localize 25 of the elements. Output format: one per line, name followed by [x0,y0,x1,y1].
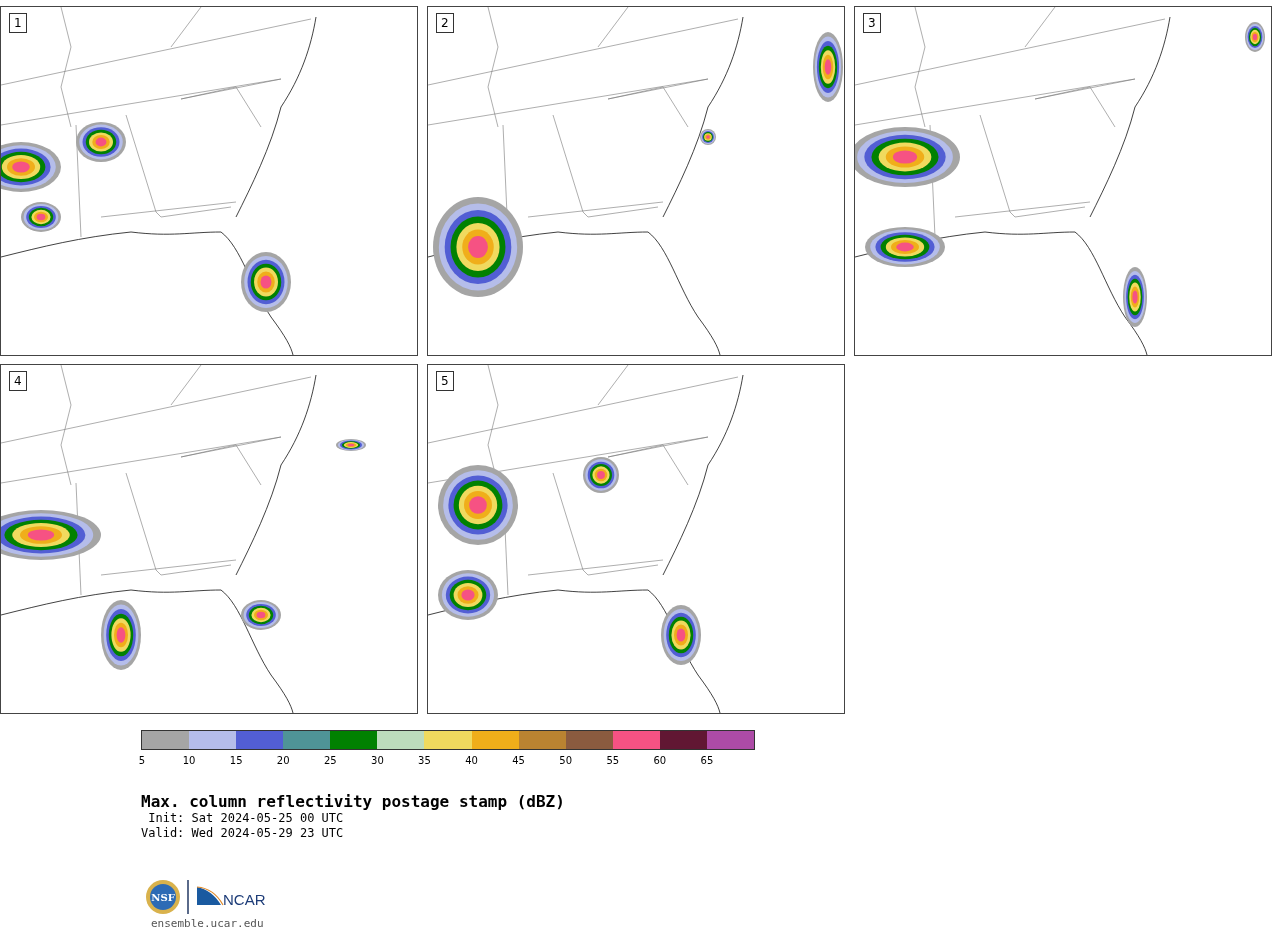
panel-number: 3 [863,13,881,33]
ncar-logo: NCAR [195,885,269,909]
scale-label: 10 [182,755,196,766]
init-time: Init: Sat 2024-05-25 00 UTC [147,811,345,826]
panel-number: 4 [9,371,27,391]
scale-label: 65 [700,755,714,766]
scale-label: 55 [606,755,620,766]
scale-label: 5 [138,755,146,766]
panel-number: 5 [436,371,454,391]
panel-number: 1 [9,13,27,33]
scale-label: 40 [465,755,478,766]
valid-time: Valid: Wed 2024-05-29 23 UTC [141,826,345,841]
nsf-logo: NSF [145,879,181,915]
divider-line-icon [187,880,189,914]
scale-label: 60 [653,755,667,766]
scale-label: 35 [418,755,431,766]
scale-label: 20 [276,755,290,766]
scale-label: 50 [559,755,573,766]
chart-title: Max. column reflectivity postage stamp (dBZ) [141,792,566,811]
scale-label: 15 [229,755,243,766]
website-url: ensemble.ucar.edu [151,917,265,930]
scale-label: 25 [323,755,337,766]
scale-label: 30 [371,755,384,766]
scale-label: 45 [512,755,525,766]
panel-number: 2 [436,13,454,33]
